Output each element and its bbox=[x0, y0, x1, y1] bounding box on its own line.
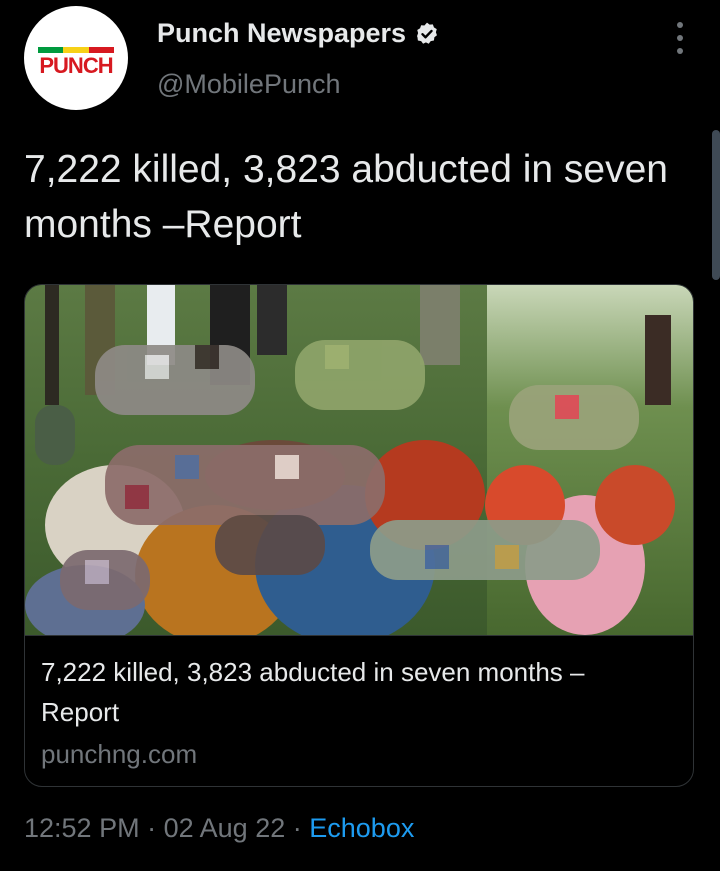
scrollbar[interactable] bbox=[712, 130, 720, 280]
meta-separator: · bbox=[147, 813, 157, 843]
card-domain: punchng.com bbox=[41, 739, 198, 769]
more-options-icon[interactable] bbox=[666, 22, 694, 54]
avatar[interactable]: PUNCH bbox=[24, 6, 128, 110]
tweet-source[interactable]: Echobox bbox=[309, 813, 414, 843]
card-body[interactable]: 7,222 killed, 3,823 abducted in seven mo… bbox=[25, 635, 693, 786]
link-preview-card[interactable]: 7,222 killed, 3,823 abducted in seven mo… bbox=[24, 284, 694, 787]
verified-badge-icon bbox=[417, 22, 438, 44]
card-image[interactable] bbox=[25, 285, 693, 645]
tweet-time[interactable]: 12:52 PM bbox=[24, 813, 140, 843]
display-name-text: Punch Newspapers bbox=[157, 18, 407, 48]
meta-separator: · bbox=[292, 813, 302, 843]
tweet-text: 7,222 killed, 3,823 abducted in seven mo… bbox=[24, 148, 668, 246]
tweet-date[interactable]: 02 Aug 22 bbox=[164, 813, 286, 843]
user-handle[interactable]: @MobilePunch bbox=[157, 69, 341, 100]
tweet-meta: 12:52 PM · 02 Aug 22 · Echobox bbox=[24, 813, 414, 844]
punch-logo: PUNCH bbox=[39, 53, 113, 78]
display-name[interactable]: Punch Newspapers bbox=[157, 18, 440, 49]
card-image-illustration bbox=[25, 285, 693, 645]
card-title[interactable]: 7,222 killed, 3,823 abducted in seven mo… bbox=[41, 652, 661, 732]
